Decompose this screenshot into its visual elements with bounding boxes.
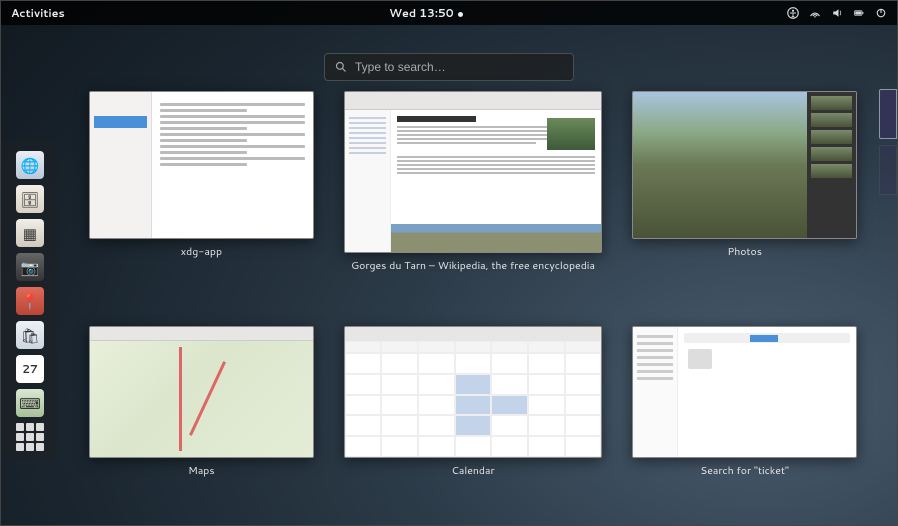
window-label: Search for "ticket" [700,464,789,478]
window-label: Photos [727,245,762,259]
dash-app-camera[interactable]: 📷 [16,253,44,281]
window-xdg-app[interactable]: xdg-app [89,91,314,300]
window-thumbnail [89,326,314,458]
search-icon [335,61,347,73]
dash-app-files[interactable]: 🗄 [16,185,44,213]
search-input[interactable] [355,60,563,74]
window-thumbnail [632,326,857,458]
activities-button[interactable]: Activities [11,5,65,21]
window-label: xdg-app [181,245,222,259]
dash-app-web-browser[interactable]: 🌐 [16,151,44,179]
gnome-activities-overview: Activities Wed 13:50 🌐 🗄 ▦ 📷 📍 🛍 27 ⌨ [1,1,897,525]
window-label: Gorges du Tarn – Wikipedia, the free enc… [351,259,595,273]
clock[interactable]: Wed 13:50 [65,5,787,21]
search-bar[interactable] [324,53,574,81]
dash-app-media-player[interactable]: ▦ [16,219,44,247]
window-thumbnail [89,91,314,239]
dash-app-maps[interactable]: 📍 [16,287,44,315]
workspace-2[interactable] [879,145,897,195]
window-overview: xdg-app [59,81,897,525]
notification-dot-icon [458,12,463,17]
window-label: Maps [188,464,214,478]
window-calendar[interactable]: Calendar [344,326,602,505]
window-maps[interactable]: Maps [89,326,314,505]
dash: 🌐 🗄 ▦ 📷 📍 🛍 27 ⌨ [1,141,59,461]
battery-icon[interactable] [853,7,865,19]
dash-app-terminal[interactable]: ⌨ [16,389,44,417]
window-thumbnail [632,91,857,239]
window-thumbnail [344,91,602,253]
show-applications-button[interactable] [16,423,44,451]
window-photos[interactable]: Photos [632,91,857,300]
volume-icon[interactable] [831,7,843,19]
clock-text: Wed 13:50 [389,5,454,21]
window-files-search[interactable]: Search for "ticket" [632,326,857,505]
top-bar: Activities Wed 13:50 [1,1,897,25]
workspace-switcher[interactable] [879,89,897,195]
power-icon[interactable] [875,7,887,19]
network-icon[interactable] [809,7,821,19]
window-thumbnail [344,326,602,458]
dash-app-calendar[interactable]: 27 [16,355,44,383]
window-label: Calendar [451,464,494,478]
dash-app-software[interactable]: 🛍 [16,321,44,349]
workspace-1[interactable] [879,89,897,139]
window-wikipedia[interactable]: Gorges du Tarn – Wikipedia, the free enc… [344,91,602,300]
accessibility-icon[interactable] [787,7,799,19]
